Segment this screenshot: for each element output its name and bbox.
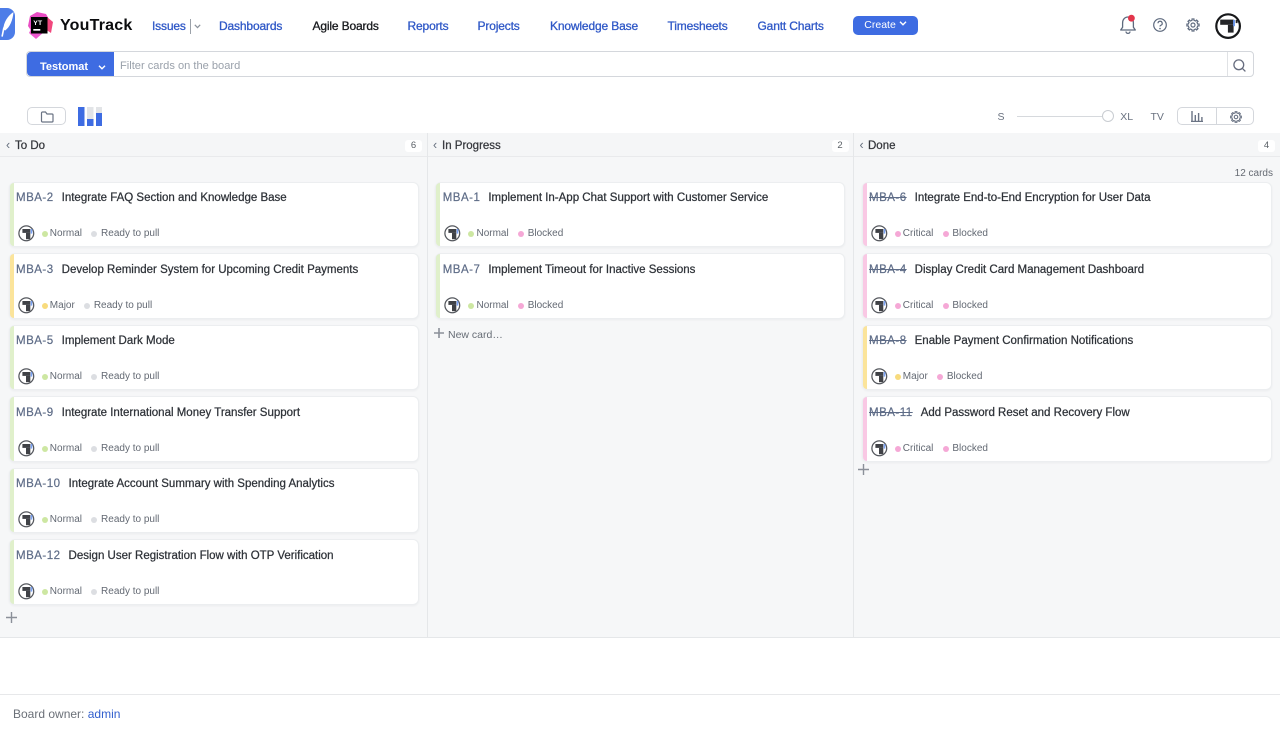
svg-text:YT: YT (33, 20, 43, 27)
